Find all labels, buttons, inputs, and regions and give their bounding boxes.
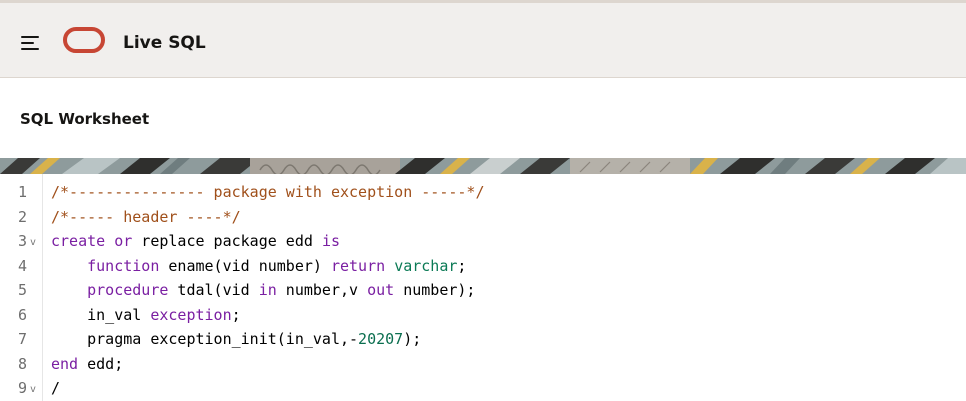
code-token-plain: in_val [51,305,151,324]
code-token-keyword: create [51,232,106,250]
code-text: procedure tdal(vid in number,v out numbe… [51,278,475,302]
code-line[interactable]: 8 end edd; [0,352,966,376]
hamburger-menu-icon[interactable] [21,36,41,52]
code-token-plain: tdal(vid [168,281,259,299]
code-token-comment: /*--------------- package with exception… [51,183,485,201]
code-text: /*--------------- package with exception… [51,180,484,204]
code-token-plain: number); [394,281,476,299]
line-number: 8 [17,354,27,373]
line-number: 7 [17,330,27,348]
line-number: 1 [17,183,27,201]
code-token-number: 20207 [358,330,404,348]
line-number: 6 [17,305,27,324]
code-token-plain: ); [403,330,422,348]
code-token-keyword: is [321,232,340,250]
page-title: SQL Worksheet [20,110,150,128]
code-line[interactable]: 1 /*--------------- package with exceptio… [0,180,966,204]
code-text: in_val exception; [51,303,241,327]
code-text: function ename(vid number) return varcha… [51,254,466,278]
code-token-plain: edd; [78,354,124,373]
code-token-plain: / [51,379,61,397]
code-text: end edd; [51,352,123,376]
code-token-comment: /*----- header ----*/ [51,207,241,226]
code-token-plain: replace package edd [132,232,322,250]
code-line[interactable]: 9 v / [0,376,966,400]
code-text: pragma exception_init(in_val,-20207); [51,327,421,351]
line-number: 4 [17,256,27,275]
code-token-keyword: return [330,256,386,275]
code-token-plain: ; [231,305,241,324]
line-number: 9 [17,379,27,397]
code-line[interactable]: 6 in_val exception; [0,303,966,327]
fold-chevron-icon[interactable]: v [30,231,36,255]
line-number: 2 [17,207,27,226]
code-text: / [51,376,60,400]
code-token-plain: number,v [276,281,368,299]
top-header: Live SQL [0,0,966,78]
live-sql-app: Live SQL SQL Worksheet 1 /*-------------… [0,0,966,401]
line-number: 5 [17,281,27,299]
code-token-keyword: in [258,281,277,299]
code-line[interactable]: 7 pragma exception_init(in_val,-20207); [0,327,966,351]
code-token-type: varchar [394,256,458,275]
code-line[interactable]: 3 v create or replace package edd is [0,229,966,253]
fold-chevron-icon[interactable]: v [30,378,36,401]
code-token-keyword: procedure [87,281,169,299]
sql-code-editor[interactable]: 1 /*--------------- package with exceptio… [0,174,966,401]
code-text: /*----- header ----*/ [51,205,241,229]
code-token-keyword: function [87,256,160,275]
decorative-banner [0,158,966,174]
code-line[interactable]: 4 function ename(vid number) return varc… [0,254,966,278]
code-token-keyword: end [51,354,79,373]
code-token-keyword: or [114,232,133,250]
code-text: create or replace package edd is [51,229,340,253]
code-line[interactable]: 2 /*----- header ----*/ [0,205,966,229]
line-number: 3 [17,232,27,250]
code-token-plain: ; [457,256,467,275]
code-token-plain: pragma exception_init(in_val,- [51,330,359,348]
code-token-plain: ename(vid number) [159,256,331,275]
app-title[interactable]: Live SQL [123,33,206,53]
code-line[interactable]: 5 procedure tdal(vid in number,v out num… [0,278,966,302]
code-token-keyword: out [367,281,395,299]
oracle-logo-icon[interactable] [63,27,105,53]
code-token-keyword: exception [150,305,232,324]
